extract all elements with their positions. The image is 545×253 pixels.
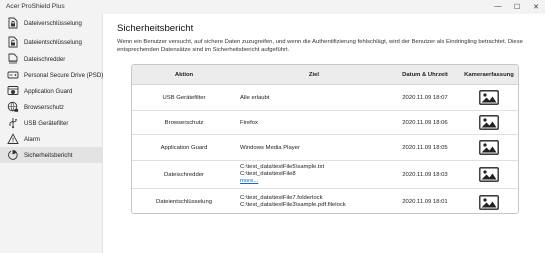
sidebar-item-psd[interactable]: Personal Secure Drive (PSD) [0, 67, 103, 83]
target-path: Alle erlaubt [240, 94, 270, 101]
file-unlock-icon [7, 36, 19, 48]
cell-camera[interactable] [458, 85, 518, 110]
sidebar-item-label: Sicherheitsbericht [24, 151, 73, 159]
table-row: Browserschutz Firefox 2020.11.09 18:06 [132, 111, 518, 135]
cell-datetime: 2020.11.09 18:06 [402, 119, 448, 126]
sidebar-item-label: USB Gerätefilter [24, 119, 69, 127]
title-bar: Acer ProShield Plus — ☐ ✕ [0, 0, 545, 14]
column-header-target: Ziel [308, 72, 320, 78]
target-path: C:\test_data\testFile3\sample.pdf.filelo… [240, 202, 346, 208]
file-lock-icon [7, 17, 19, 29]
sidebar-item-label: Browserschutz [24, 103, 64, 111]
cell-target: Alle erlaubt [236, 85, 392, 110]
app-guard-icon [7, 85, 19, 97]
sidebar-item-label: Dateientschlüsselung [24, 38, 82, 46]
table-row: Application Guard Windows Media Player 2… [132, 135, 518, 161]
column-header-camera: Kameraerfassung [464, 72, 514, 78]
cell-camera[interactable] [458, 135, 518, 160]
image-icon[interactable] [479, 90, 499, 105]
more-link[interactable]: more... [240, 178, 324, 185]
sidebar: Dateiverschlüsselung Dateientschlüsselun… [0, 14, 103, 253]
image-icon[interactable] [479, 115, 499, 130]
table-row: USB Gerätefilter Alle erlaubt 2020.11.09… [132, 85, 518, 111]
globe-lock-icon [7, 101, 19, 113]
security-report-table: Aktion Ziel Datum & Uhrzeit Kameraerfass… [131, 64, 519, 214]
cell-datetime: 2020.11.09 18:01 [402, 199, 448, 205]
sidebar-item-usb-filter[interactable]: USB Gerätefilter [0, 115, 103, 131]
cell-datetime: 2020.11.09 18:07 [402, 94, 448, 101]
alert-triangle-icon [7, 133, 19, 145]
target-path: C:\test_data\testFile7.folderlock [240, 195, 323, 201]
column-header-datetime: Datum & Uhrzeit [402, 72, 448, 78]
cell-datetime: 2020.11.09 18:05 [402, 144, 448, 151]
security-report-icon [7, 149, 19, 161]
table-row: Dateischredder C:\test_data\testFile5\sa… [132, 161, 518, 189]
cell-camera[interactable] [458, 111, 518, 134]
cell-action: Application Guard [160, 144, 208, 151]
cell-action: USB Gerätefilter [162, 94, 206, 101]
sidebar-item-label: Personal Secure Drive (PSD) [24, 71, 104, 79]
target-path: Windows Media Player [240, 144, 300, 151]
sidebar-item-security-report[interactable]: Sicherheitsbericht [0, 147, 103, 163]
sidebar-item-file-encryption[interactable]: Dateiverschlüsselung [0, 15, 103, 31]
target-path: Firefox [240, 119, 259, 126]
target-path: C:\test_data\testFile8 [240, 171, 296, 177]
maximize-button[interactable]: ☐ [508, 1, 526, 12]
sidebar-item-label: Alarm [24, 135, 40, 143]
cell-target: C:\test_data\testFile7.folderlock C:\tes… [236, 189, 392, 213]
sidebar-item-application-guard[interactable]: Application Guard [0, 83, 103, 99]
table-header: Aktion Ziel Datum & Uhrzeit Kameraerfass… [132, 65, 518, 85]
sidebar-item-browser-protection[interactable]: Browserschutz [0, 99, 103, 115]
cell-target: Firefox [236, 111, 392, 134]
page-title: Sicherheitsbericht [117, 23, 194, 34]
app-title: Acer ProShield Plus [6, 3, 65, 10]
cell-target: C:\test_data\testFile5\sample.txt C:\tes… [236, 161, 392, 188]
sidebar-item-alarm[interactable]: Alarm [0, 131, 103, 147]
image-icon[interactable] [479, 167, 499, 182]
cell-camera[interactable] [458, 189, 518, 213]
sidebar-item-label: Dateischredder [24, 55, 66, 63]
cell-action: Browserschutz [164, 119, 204, 126]
close-button[interactable]: ✕ [527, 1, 545, 12]
table-row: Dateientschlüsselung C:\test_data\testFi… [132, 189, 518, 213]
cell-action: Dateischredder [164, 171, 204, 178]
cell-action: Dateientschlüsselung [156, 199, 212, 205]
image-icon[interactable] [479, 140, 499, 155]
secure-drive-icon [7, 69, 19, 81]
cell-datetime: 2020.11.09 18:03 [402, 171, 448, 178]
file-shredder-icon [7, 53, 19, 65]
column-header-action: Aktion [174, 72, 194, 78]
usb-icon [7, 117, 19, 129]
minimize-button[interactable]: — [489, 1, 507, 12]
sidebar-item-file-decryption[interactable]: Dateientschlüsselung [0, 34, 103, 50]
target-path: C:\test_data\testFile5\sample.txt [240, 164, 325, 170]
image-icon[interactable] [479, 194, 499, 210]
cell-camera[interactable] [458, 161, 518, 188]
sidebar-item-label: Dateiverschlüsselung [24, 19, 82, 27]
page-description: Wenn ein Benutzer versucht, auf sichere … [117, 39, 523, 53]
sidebar-item-file-shredder[interactable]: Dateischredder [0, 51, 103, 67]
cell-target: Windows Media Player [236, 135, 392, 160]
sidebar-item-label: Application Guard [24, 87, 73, 95]
main-content: Sicherheitsbericht Wenn ein Benutzer ver… [104, 14, 545, 253]
